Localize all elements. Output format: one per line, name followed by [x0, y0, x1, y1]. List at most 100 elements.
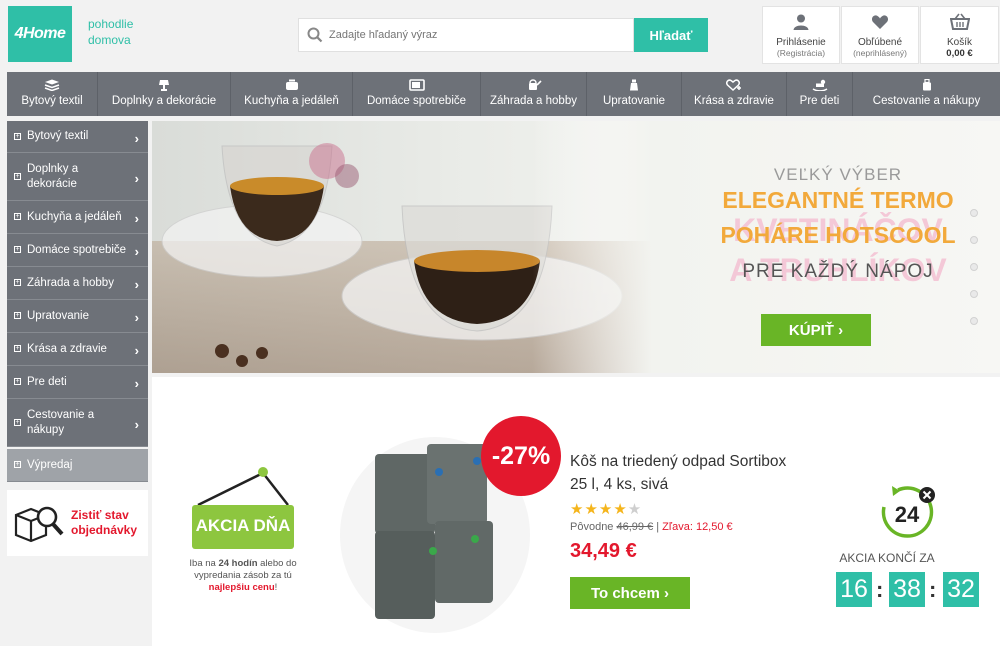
sidebar-item-label: Výpredaj [27, 458, 73, 471]
cart-link[interactable]: Košík 0,00 € [920, 6, 999, 64]
rating-stars: ★★★★★ [570, 501, 643, 518]
slide-dot[interactable] [970, 263, 978, 271]
chevron-right-icon: › [134, 277, 139, 292]
search-input[interactable] [329, 29, 619, 41]
expand-icon: + [14, 418, 21, 426]
cta-label: To chcem [590, 584, 660, 602]
search-button[interactable]: Hľadať [634, 18, 708, 52]
search-icon [307, 27, 323, 43]
banner-line3: POHÁRE HOTSCOOL [720, 222, 956, 248]
banner-image [152, 121, 652, 373]
slide-dot[interactable] [970, 209, 978, 217]
heart-icon [871, 15, 889, 29]
sidebar: + Bytový textil › + Doplnky a dekorácie … [7, 121, 148, 482]
expand-icon: + [14, 312, 21, 319]
slogan-line2: domova [88, 33, 131, 47]
chevron-right-icon: › [134, 211, 139, 226]
sidebar-item-kitchen[interactable]: + Kuchyňa a jedáleň › [7, 201, 148, 234]
banner-line4: PRE KAŽDÝ NÁPOJ [742, 261, 934, 282]
heart-plus-icon [726, 79, 741, 91]
slide-dot[interactable] [970, 317, 978, 325]
microwave-icon [408, 79, 425, 91]
countdown-separator: : [876, 577, 884, 602]
sidebar-item-sale[interactable]: + Výpredaj [7, 449, 148, 482]
sidebar-item-decor[interactable]: + Doplnky a dekorácie › [7, 153, 148, 201]
nav-label: Bytový textil [21, 95, 83, 107]
deal-note: Iba na 24 hodín alebo do vypredania záso… [178, 558, 308, 594]
current-price: 34,49 € [570, 540, 637, 562]
login-sub: (Registrácia) [776, 48, 826, 58]
nav-label: Cestovanie a nákupy [872, 95, 981, 107]
sidebar-item-beauty[interactable]: + Krása a zdravie › [7, 333, 148, 366]
sidebar-item-label: Záhrada a hobby [27, 276, 114, 289]
timer-icon: 24 [876, 483, 938, 543]
favorites-sub: (neprihlásený) [853, 48, 907, 58]
site-logo[interactable]: 4Home [8, 6, 72, 62]
add-to-cart-button[interactable]: To chcem › [570, 577, 690, 609]
chevron-right-icon: › [134, 376, 139, 391]
promo-banner[interactable]: KVETINÁČOV A TRUHLÍKOV VEĽKÝ VÝBER ELEGA… [152, 121, 1000, 373]
order-status-line1: Zistiť stav [71, 508, 129, 522]
sidebar-item-garden[interactable]: + Záhrada a hobby › [7, 267, 148, 300]
deal-note-end: ! [274, 582, 278, 593]
order-status-link[interactable]: Zistiť stav objednávky [7, 490, 148, 556]
watering-can-icon [528, 79, 542, 90]
order-status-line2: objednávky [71, 523, 138, 537]
expand-icon: + [14, 279, 21, 286]
hanging-sign-icon [192, 467, 294, 549]
pot-icon [285, 79, 298, 90]
nav-item-cleaning[interactable]: Upratovanie [587, 72, 682, 116]
deal-badge: AKCIA DŇA [190, 465, 296, 551]
original-price: 46,99 € [616, 521, 654, 533]
sidebar-item-label: Doplnky a dekorácie [27, 162, 79, 190]
nav-item-travel[interactable]: Cestovanie a nákupy [853, 72, 1000, 116]
deal-of-the-day: AKCIA DŇA Iba na 24 hodín alebo do vypre… [152, 377, 1000, 646]
page: 4Home pohodlie domova Hľadať Prihlásenie… [0, 0, 1000, 646]
sidebar-item-cleaning[interactable]: + Upratovanie › [7, 300, 148, 333]
nav-label: Domáce spotrebiče [366, 95, 467, 107]
login-link[interactable]: Prihlásenie (Registrácia) [762, 6, 840, 64]
sidebar-item-label: Domáce spotrebiče [27, 243, 127, 256]
buy-button[interactable]: KÚPIŤ › [761, 314, 871, 346]
basket-icon [949, 13, 970, 30]
banner-line2: ELEGANTNÉ TERMO [722, 187, 954, 213]
deal-note-part1: Iba na [189, 558, 219, 569]
price-separator: | [653, 521, 663, 533]
sidebar-item-textile[interactable]: + Bytový textil › [7, 121, 148, 153]
nav-item-beauty[interactable]: Krása a zdravie [682, 72, 787, 116]
cart-total: 0,00 € [946, 48, 973, 59]
user-icon [793, 14, 809, 30]
chevron-right-icon: › [134, 310, 139, 325]
nav-label: Doplnky a dekorácie [111, 95, 217, 107]
nav-label: Pre deti [799, 95, 840, 107]
expand-icon: + [14, 378, 21, 385]
slide-dot[interactable] [970, 290, 978, 298]
nav-item-kids[interactable]: Pre deti [787, 72, 853, 116]
original-price-label: Pôvodne [570, 521, 617, 533]
rocking-horse-icon [812, 79, 827, 91]
nav-item-textile[interactable]: Bytový textil [7, 72, 98, 116]
expand-icon: + [14, 213, 21, 220]
sidebar-item-kids[interactable]: + Pre deti › [7, 366, 148, 399]
login-label: Prihlásenie [776, 37, 826, 48]
nav-item-kitchen[interactable]: Kuchyňa a jedáleň [231, 72, 353, 116]
nav-item-appliances[interactable]: Domáce spotrebiče [353, 72, 481, 116]
nav-item-decor[interactable]: Doplnky a dekorácie [98, 72, 231, 116]
slider-dots [970, 209, 978, 344]
sidebar-item-label: Cestovanie a nákupy [27, 408, 95, 436]
countdown-hours: 16 [836, 572, 872, 607]
sidebar-item-label: Bytový textil [27, 130, 89, 142]
sidebar-item-travel[interactable]: + Cestovanie a nákupy › [7, 399, 148, 447]
sidebar-item-label: Kuchyňa a jedáleň [27, 210, 122, 223]
buy-label: KÚPIŤ [788, 321, 834, 339]
favorites-link[interactable]: Obľúbené (neprihlásený) [841, 6, 919, 64]
deal-ends-label: AKCIA KONČÍ ZA [839, 551, 935, 565]
expand-icon: + [14, 461, 21, 468]
chevron-right-icon: › [134, 130, 139, 146]
product-title[interactable]: Kôš na triedený odpad Sortibox 25 l, 4 k… [570, 450, 786, 496]
slide-dot[interactable] [970, 236, 978, 244]
nav-item-garden[interactable]: Záhrada a hobby [481, 72, 587, 116]
slogan: pohodlie domova [88, 16, 133, 48]
sidebar-item-appliances[interactable]: + Domáce spotrebiče › [7, 234, 148, 267]
product-title-line1: Kôš na triedený odpad Sortibox [570, 453, 787, 470]
